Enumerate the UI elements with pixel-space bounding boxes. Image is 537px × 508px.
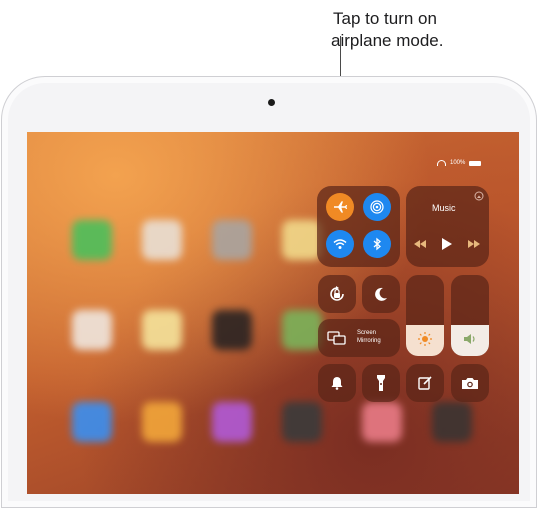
speaker-icon xyxy=(464,334,475,344)
screen-mirroring-icon xyxy=(327,331,346,345)
bell-button[interactable] xyxy=(318,364,356,402)
callout-line-2: airplane mode. xyxy=(331,31,444,50)
do-not-disturb-icon xyxy=(375,287,387,301)
airdrop-button[interactable] xyxy=(363,193,391,221)
app-icon[interactable] xyxy=(212,220,252,260)
app-icon[interactable] xyxy=(362,402,402,442)
bell-icon xyxy=(331,377,343,390)
camera-icon xyxy=(462,378,478,389)
wifi-icon xyxy=(333,239,347,249)
battery-icon xyxy=(469,160,482,166)
airplay-icon[interactable] xyxy=(474,191,484,201)
app-icon[interactable] xyxy=(72,402,112,442)
play-icon[interactable] xyxy=(441,237,453,251)
flashlight-button[interactable] xyxy=(362,364,400,402)
airdrop-icon xyxy=(370,200,384,214)
app-icon[interactable] xyxy=(142,402,182,442)
app-icon[interactable] xyxy=(72,310,112,350)
app-icon[interactable] xyxy=(142,220,182,260)
screen-mirroring-label-2: Mirroring xyxy=(357,338,381,344)
bluetooth-icon xyxy=(373,237,381,251)
fast-forward-icon[interactable] xyxy=(467,239,481,249)
flashlight-icon xyxy=(377,375,385,391)
app-icon[interactable] xyxy=(72,220,112,260)
status-bar: 100% xyxy=(437,160,482,166)
app-icon[interactable] xyxy=(212,310,252,350)
wifi-button[interactable] xyxy=(326,230,354,258)
rewind-icon[interactable] xyxy=(413,239,427,249)
app-icon[interactable] xyxy=(282,310,322,350)
notes-button[interactable] xyxy=(406,364,444,402)
app-icon[interactable] xyxy=(142,310,182,350)
app-icon[interactable] xyxy=(282,402,322,442)
sun-icon xyxy=(418,332,432,346)
battery-percentage: 100% xyxy=(450,160,466,166)
camera-button[interactable] xyxy=(451,364,489,402)
screen-mirroring-label-1: Screen xyxy=(357,330,377,336)
brightness-slider[interactable] xyxy=(406,275,444,356)
app-icon[interactable] xyxy=(212,402,252,442)
wifi-icon xyxy=(437,160,446,166)
airplane-icon xyxy=(334,201,347,213)
app-icon[interactable] xyxy=(282,220,322,260)
orientation-lock-icon xyxy=(330,286,344,301)
volume-slider[interactable] xyxy=(451,275,489,356)
airplane-mode-button[interactable] xyxy=(326,193,354,221)
do-not-disturb-button[interactable] xyxy=(362,275,400,313)
front-camera xyxy=(268,99,275,106)
orientation-lock-button[interactable] xyxy=(318,275,356,313)
notes-icon xyxy=(418,376,432,390)
bluetooth-button[interactable] xyxy=(363,230,391,258)
callout-line-1: Tap to turn on xyxy=(333,9,437,28)
callout: Tap to turn on airplane mode. xyxy=(331,8,533,52)
music-title: Music xyxy=(432,203,456,213)
app-icon[interactable] xyxy=(432,402,472,442)
